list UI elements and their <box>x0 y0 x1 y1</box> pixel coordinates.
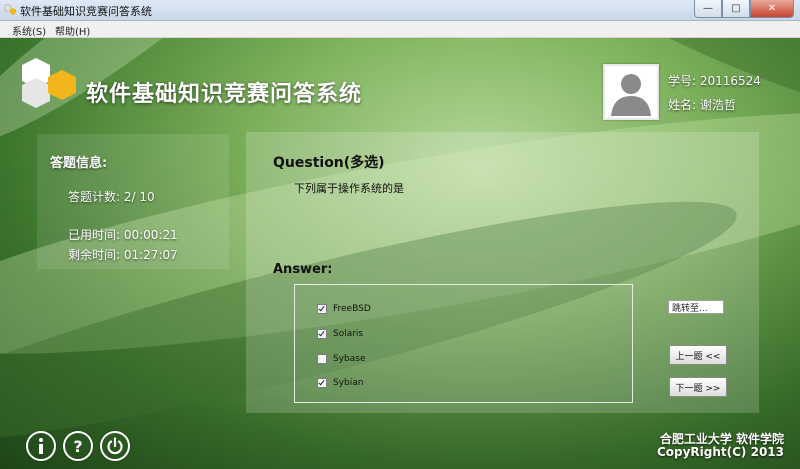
info-heading: 答题信息: <box>50 156 108 171</box>
window-titlebar: 软件基础知识竞赛问答系统 — □ ✕ <box>0 0 800 21</box>
checkbox[interactable] <box>317 378 327 388</box>
avatar <box>603 64 659 120</box>
checkbox[interactable] <box>317 304 327 314</box>
next-question-button[interactable]: 下一题 >> <box>669 377 727 397</box>
info-icon <box>39 438 43 454</box>
question-panel: Question(多选) 下列属于操作系统的是 Answer: FreeBSD … <box>246 132 759 413</box>
maximize-button[interactable]: □ <box>722 0 750 18</box>
student-name: 姓名: 谢浩哲 <box>668 98 736 112</box>
option-sybian[interactable]: Sybian <box>317 376 363 390</box>
user-icon <box>611 74 651 116</box>
close-button[interactable]: ✕ <box>750 0 794 18</box>
option-solaris[interactable]: Solaris <box>317 327 363 341</box>
info-button[interactable] <box>26 431 56 461</box>
app-title: 软件基础知识竞赛问答系统 <box>86 82 363 107</box>
minimize-button[interactable]: — <box>694 0 722 18</box>
menu-help[interactable]: 帮助(H) <box>55 23 90 38</box>
remaining-time: 剩余时间: 01:27:07 <box>68 248 178 262</box>
option-label: Sybian <box>333 378 364 388</box>
power-button[interactable] <box>100 431 130 461</box>
help-button[interactable]: ? <box>63 431 93 461</box>
answer-info-panel: 答题信息: 答题计数: 2/ 10 已用时间: 00:00:21 剩余时间: 0… <box>37 134 229 269</box>
elapsed-time: 已用时间: 00:00:21 <box>68 228 178 242</box>
answer-count: 答题计数: 2/ 10 <box>68 190 155 204</box>
main-content: 软件基础知识竞赛问答系统 学号: 20116524 姓名: 谢浩哲 答题信息: … <box>0 38 800 469</box>
jump-to-input[interactable] <box>668 300 724 314</box>
app-icon <box>4 3 16 15</box>
power-icon <box>107 437 123 455</box>
option-label: Solaris <box>333 329 364 339</box>
checkbox[interactable] <box>317 354 327 364</box>
question-text: 下列属于操作系统的是 <box>294 182 404 195</box>
footer-copyright: CopyRight(C) 2013 <box>656 445 784 459</box>
option-label: Sybase <box>333 354 366 364</box>
answer-options-box: FreeBSD Solaris Sybase Sybian <box>294 284 633 403</box>
option-sybase[interactable]: Sybase <box>317 352 366 366</box>
option-label: FreeBSD <box>333 304 371 314</box>
logo-icon <box>22 58 76 108</box>
menu-system[interactable]: 系统(S) <box>12 23 46 38</box>
answer-title: Answer: <box>273 262 333 277</box>
menu-bar: 系统(S) 帮助(H) <box>0 21 800 38</box>
window-title: 软件基础知识竞赛问答系统 <box>20 5 152 18</box>
help-icon: ? <box>73 436 83 456</box>
question-title: Question(多选) <box>273 155 385 171</box>
checkbox[interactable] <box>317 329 327 339</box>
student-id: 学号: 20116524 <box>668 74 761 88</box>
option-freebsd[interactable]: FreeBSD <box>317 302 371 316</box>
prev-question-button[interactable]: 上一题 << <box>669 345 727 365</box>
